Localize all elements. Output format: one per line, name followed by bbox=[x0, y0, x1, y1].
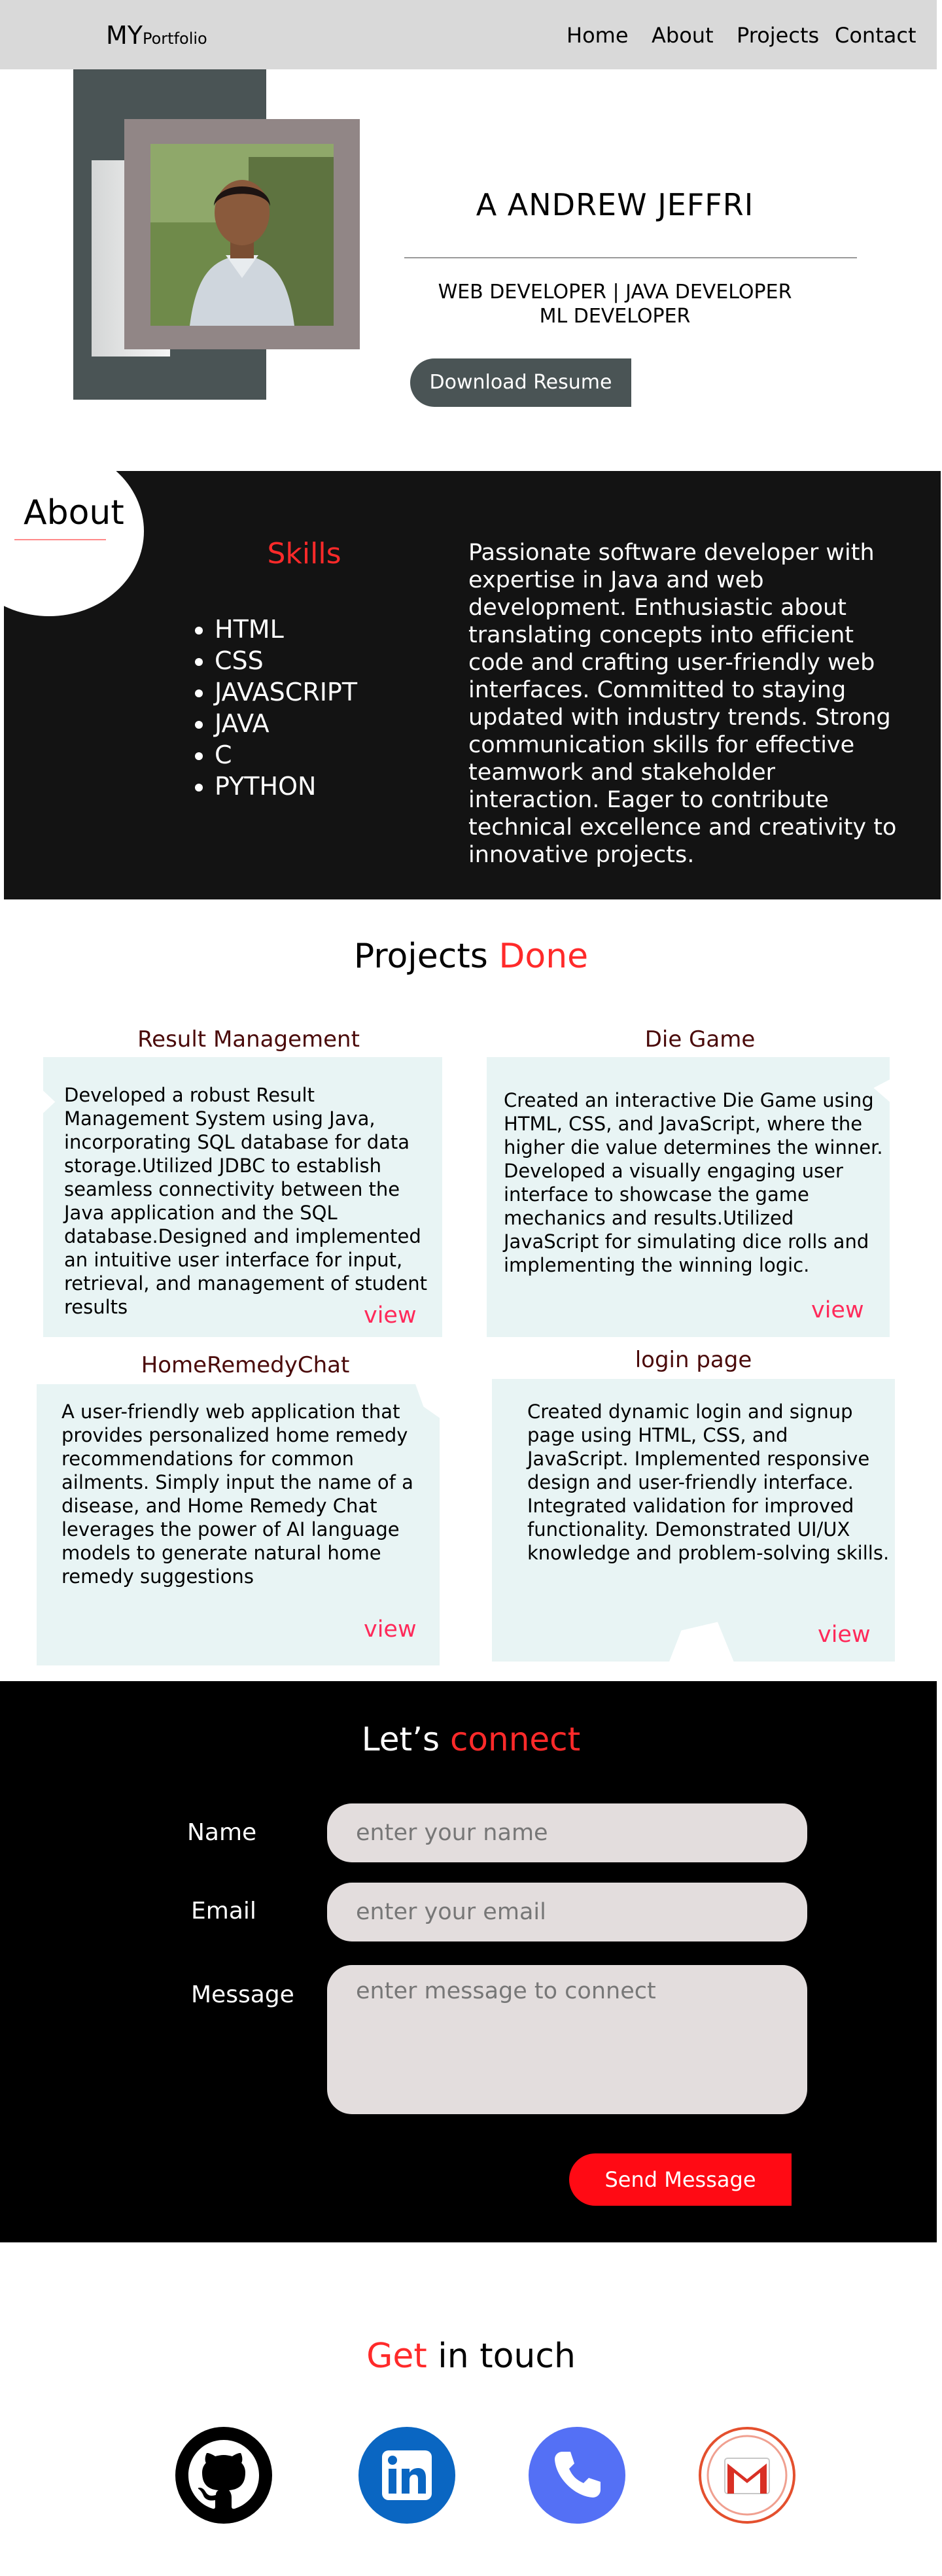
phone-icon[interactable] bbox=[529, 2427, 625, 2524]
profile-photo bbox=[150, 144, 334, 326]
nav-link-about[interactable]: About bbox=[652, 22, 714, 48]
project-description: Created dynamic login and signup page us… bbox=[527, 1401, 890, 1564]
hero-name: A ANDREW JEFFRI bbox=[476, 187, 754, 222]
message-input[interactable] bbox=[327, 1965, 807, 2114]
skill-item: HTML bbox=[215, 614, 357, 645]
linkedin-icon[interactable] bbox=[358, 2427, 455, 2524]
message-label: Message bbox=[191, 1981, 294, 2008]
send-message-button[interactable]: Send Message bbox=[569, 2153, 792, 2206]
roles-line-2: ML DEVELOPER bbox=[539, 305, 691, 328]
skill-item: JAVA bbox=[215, 708, 357, 739]
touch-title-accent: Get bbox=[366, 2337, 427, 2376]
download-resume-button[interactable]: Download Resume bbox=[410, 358, 631, 407]
skill-item: C bbox=[215, 739, 357, 771]
project-description: Created an interactive Die Game using HT… bbox=[504, 1089, 883, 1276]
project-title-result-management: Result Management bbox=[137, 1026, 360, 1053]
about-title: About bbox=[24, 493, 124, 532]
project-description: Developed a robust Result Management Sys… bbox=[64, 1084, 428, 1318]
nav-link-home[interactable]: Home bbox=[567, 22, 629, 48]
name-label: Name bbox=[187, 1819, 257, 1846]
skill-item: PYTHON bbox=[215, 771, 357, 802]
project-view-link[interactable]: view bbox=[364, 1616, 417, 1643]
projects-title: Projects Done bbox=[0, 935, 942, 977]
nav-link-contact[interactable]: Contact bbox=[835, 22, 916, 48]
logo-sub: Portfolio bbox=[143, 29, 207, 48]
contact-section bbox=[0, 1681, 937, 2242]
connect-title: Let’s connect bbox=[0, 1719, 942, 1760]
site-logo[interactable]: MYPortfolio bbox=[106, 20, 207, 54]
get-in-touch-title: Get in touch bbox=[0, 2335, 942, 2377]
skill-item: CSS bbox=[215, 645, 357, 676]
projects-title-main: Projects bbox=[353, 937, 488, 976]
connect-title-main: Let’s bbox=[361, 1720, 440, 1758]
skill-item: JAVASCRIPT bbox=[215, 676, 357, 708]
connect-title-accent: connect bbox=[449, 1720, 581, 1758]
project-description: A user-friendly web application that pro… bbox=[61, 1401, 413, 1588]
project-title-homeremedychat: HomeRemedyChat bbox=[141, 1352, 350, 1378]
email-input[interactable] bbox=[327, 1883, 807, 1941]
projects-title-accent: Done bbox=[498, 937, 589, 976]
hero-roles: WEB DEVELOPER | JAVA DEVELOPER ML DEVELO… bbox=[432, 280, 798, 328]
skills-title: Skills bbox=[267, 537, 341, 570]
about-description: Passionate software developer with exper… bbox=[468, 540, 897, 868]
project-title-die-game: Die Game bbox=[644, 1026, 756, 1053]
github-icon[interactable] bbox=[175, 2427, 272, 2524]
touch-title-main: in touch bbox=[438, 2337, 576, 2376]
nav-link-projects[interactable]: Projects bbox=[737, 22, 819, 48]
about-underline bbox=[14, 539, 106, 540]
roles-line-1: WEB DEVELOPER | JAVA DEVELOPER bbox=[438, 281, 792, 304]
project-view-link[interactable]: view bbox=[364, 1302, 417, 1329]
name-input[interactable] bbox=[327, 1803, 807, 1862]
project-title-login-page: login page bbox=[635, 1347, 752, 1373]
hero-divider bbox=[404, 257, 857, 258]
project-view-link[interactable]: view bbox=[818, 1621, 871, 1648]
logo-main: MY bbox=[106, 21, 143, 50]
gmail-icon[interactable] bbox=[699, 2427, 795, 2524]
project-view-link[interactable]: view bbox=[811, 1297, 864, 1324]
email-label: Email bbox=[191, 1898, 256, 1924]
skills-list: HTML CSS JAVASCRIPT JAVA C PYTHON bbox=[188, 614, 357, 802]
